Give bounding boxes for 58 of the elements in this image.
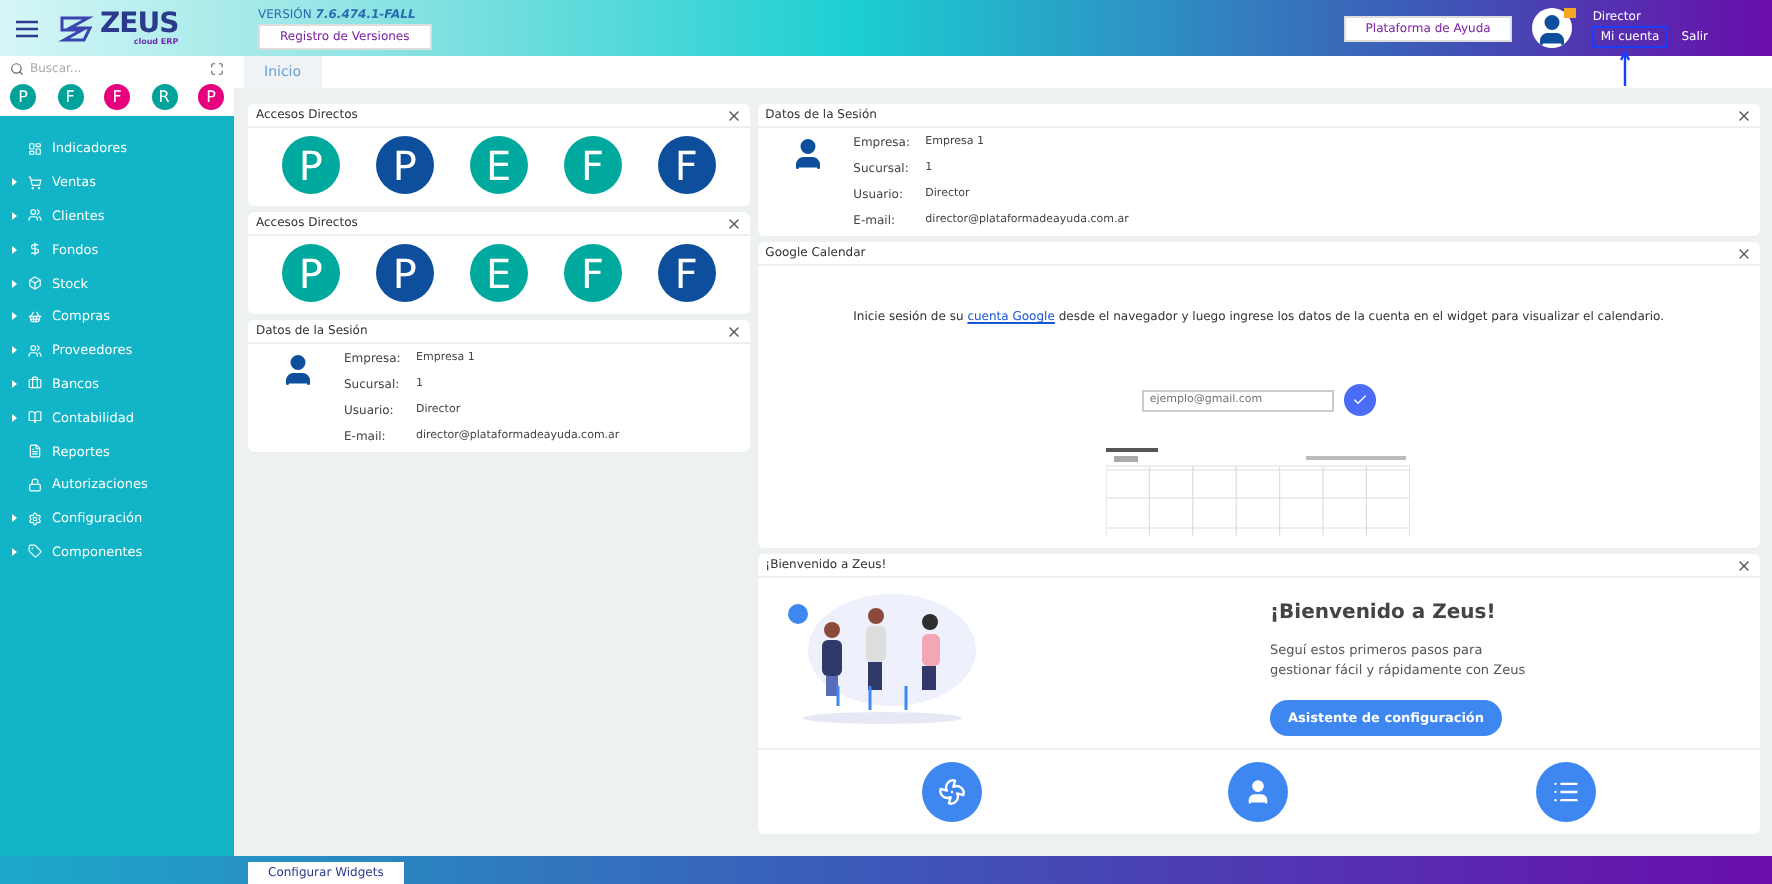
close-icon[interactable] <box>1736 245 1752 261</box>
caret-icon <box>10 379 18 388</box>
shortcut-button[interactable]: P <box>281 136 340 194</box>
shortcut-button[interactable]: P <box>281 244 340 302</box>
logo-icon <box>58 14 94 42</box>
shortcut-button[interactable]: F <box>563 136 622 194</box>
quick-access-button[interactable]: P <box>10 84 36 110</box>
caret-icon <box>10 514 18 523</box>
quick-access-button[interactable]: F <box>104 84 130 110</box>
menu-item-icon <box>28 444 42 459</box>
caret-icon <box>10 312 18 321</box>
caret-icon <box>10 547 18 556</box>
menu-item-icon <box>28 242 42 257</box>
menu-item-icon <box>28 141 42 156</box>
shortcut-button[interactable]: F <box>657 136 716 194</box>
menu-item-icon <box>28 477 42 492</box>
menu-item-icon <box>28 343 42 358</box>
close-icon[interactable] <box>725 107 742 123</box>
shortcut-button[interactable]: P <box>375 136 434 194</box>
menu-item-icon <box>28 276 42 291</box>
close-icon[interactable] <box>1736 107 1752 123</box>
menu-item-icon <box>28 208 42 223</box>
menu-item-icon <box>28 376 42 391</box>
list-icon[interactable] <box>1536 762 1597 822</box>
fullscreen-icon[interactable] <box>210 62 224 76</box>
caret-icon <box>10 346 18 355</box>
close-icon[interactable] <box>1736 557 1752 573</box>
close-icon[interactable] <box>725 215 742 231</box>
pointer-arrow <box>1620 49 1631 85</box>
menu-item-icon <box>28 544 42 559</box>
user-icon[interactable] <box>1228 762 1289 822</box>
shortcut-button[interactable]: F <box>563 244 622 302</box>
menu-item-icon <box>28 175 42 190</box>
quick-access-button[interactable]: P <box>198 84 224 110</box>
menu-item-icon <box>28 410 42 425</box>
caret-icon <box>10 413 18 422</box>
quick-access-button[interactable]: F <box>57 84 83 110</box>
shortcut-button[interactable]: P <box>375 244 434 302</box>
caret-icon <box>10 279 18 288</box>
menu-icon[interactable] <box>16 19 38 37</box>
user-icon <box>280 352 316 388</box>
search-icon <box>10 62 24 76</box>
caret-icon <box>10 211 18 220</box>
menu-item-icon <box>28 511 42 526</box>
shortcut-button[interactable]: F <box>657 244 716 302</box>
logo-text: ZEUS <box>100 11 179 35</box>
avatar-icon[interactable] <box>1532 8 1573 48</box>
close-icon[interactable] <box>725 323 742 339</box>
shortcut-button[interactable]: E <box>469 244 528 302</box>
quick-access-button[interactable]: R <box>151 84 177 110</box>
fan-icon[interactable] <box>921 762 982 822</box>
confirm-button[interactable] <box>1343 384 1376 416</box>
shortcut-button[interactable]: E <box>469 136 528 194</box>
caret-icon <box>10 245 18 254</box>
menu-item-icon <box>28 309 42 324</box>
check-icon <box>1351 392 1368 408</box>
caret-icon <box>10 178 18 187</box>
welcome-heading: ¡Bienvenido a Zeus! <box>1270 602 1498 624</box>
